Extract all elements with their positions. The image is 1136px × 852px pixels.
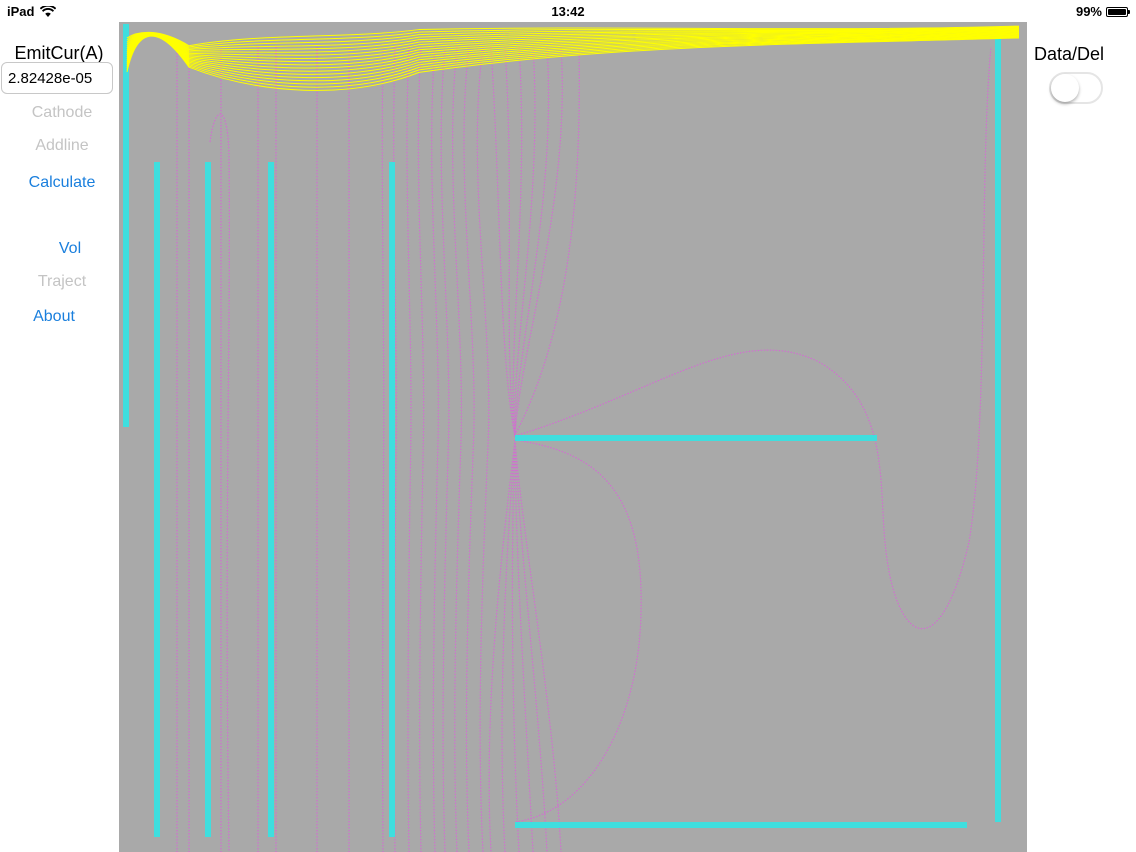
equipotential-line [440, 46, 450, 852]
toggle-knob[interactable] [1051, 74, 1079, 102]
equipotential-line [514, 46, 550, 438]
equipotential-line [463, 46, 475, 852]
equipotential-line [431, 46, 439, 852]
cathode-button[interactable]: Cathode [0, 104, 124, 122]
equipotential-line [490, 46, 516, 438]
battery-percent: 99% [1075, 4, 1102, 19]
traject-button[interactable]: Traject [0, 273, 124, 291]
status-right: 99% [1075, 4, 1130, 19]
equipotential-line [417, 46, 425, 852]
status-bar: iPad 13:42 99% [0, 0, 1136, 22]
right-panel: Data/Del [1027, 22, 1136, 852]
equipotential-line [514, 46, 580, 436]
data-del-toggle[interactable] [1049, 72, 1103, 104]
emit-current-input[interactable] [1, 62, 113, 94]
equipotential-line [381, 46, 385, 852]
equipotential-line [504, 46, 516, 438]
addline-button[interactable]: Addline [0, 137, 124, 155]
data-del-label: Data/Del [1033, 44, 1105, 64]
equipotential-line [488, 439, 516, 852]
equipotential-line [512, 46, 523, 438]
battery-fill [1108, 8, 1126, 15]
emit-current-label: EmitCur(A) [14, 43, 104, 63]
equipotential-line [501, 439, 516, 852]
equipotential-line [514, 46, 536, 438]
equipotential-line [514, 439, 642, 823]
status-time: 13:42 [551, 4, 585, 19]
equipotential-line [514, 439, 548, 852]
field-plot[interactable] [119, 22, 1027, 852]
equipotential-line [476, 46, 490, 852]
battery-icon [1106, 6, 1130, 17]
vol-button[interactable]: Vol [8, 240, 132, 258]
equipotential-line [511, 439, 520, 852]
equipotential-line [209, 113, 230, 852]
calculate-button[interactable]: Calculate [0, 174, 124, 192]
equipotential-line [406, 46, 412, 852]
equipotential-line [514, 46, 992, 630]
about-button[interactable]: About [0, 308, 116, 326]
equipotential-line [452, 46, 463, 852]
left-panel: EmitCur(A) Cathode Addline Calculate Vol… [0, 0, 118, 852]
equipotential-line [514, 439, 562, 852]
simulation-canvas[interactable] [119, 22, 1027, 852]
equipotential-line [514, 439, 534, 852]
